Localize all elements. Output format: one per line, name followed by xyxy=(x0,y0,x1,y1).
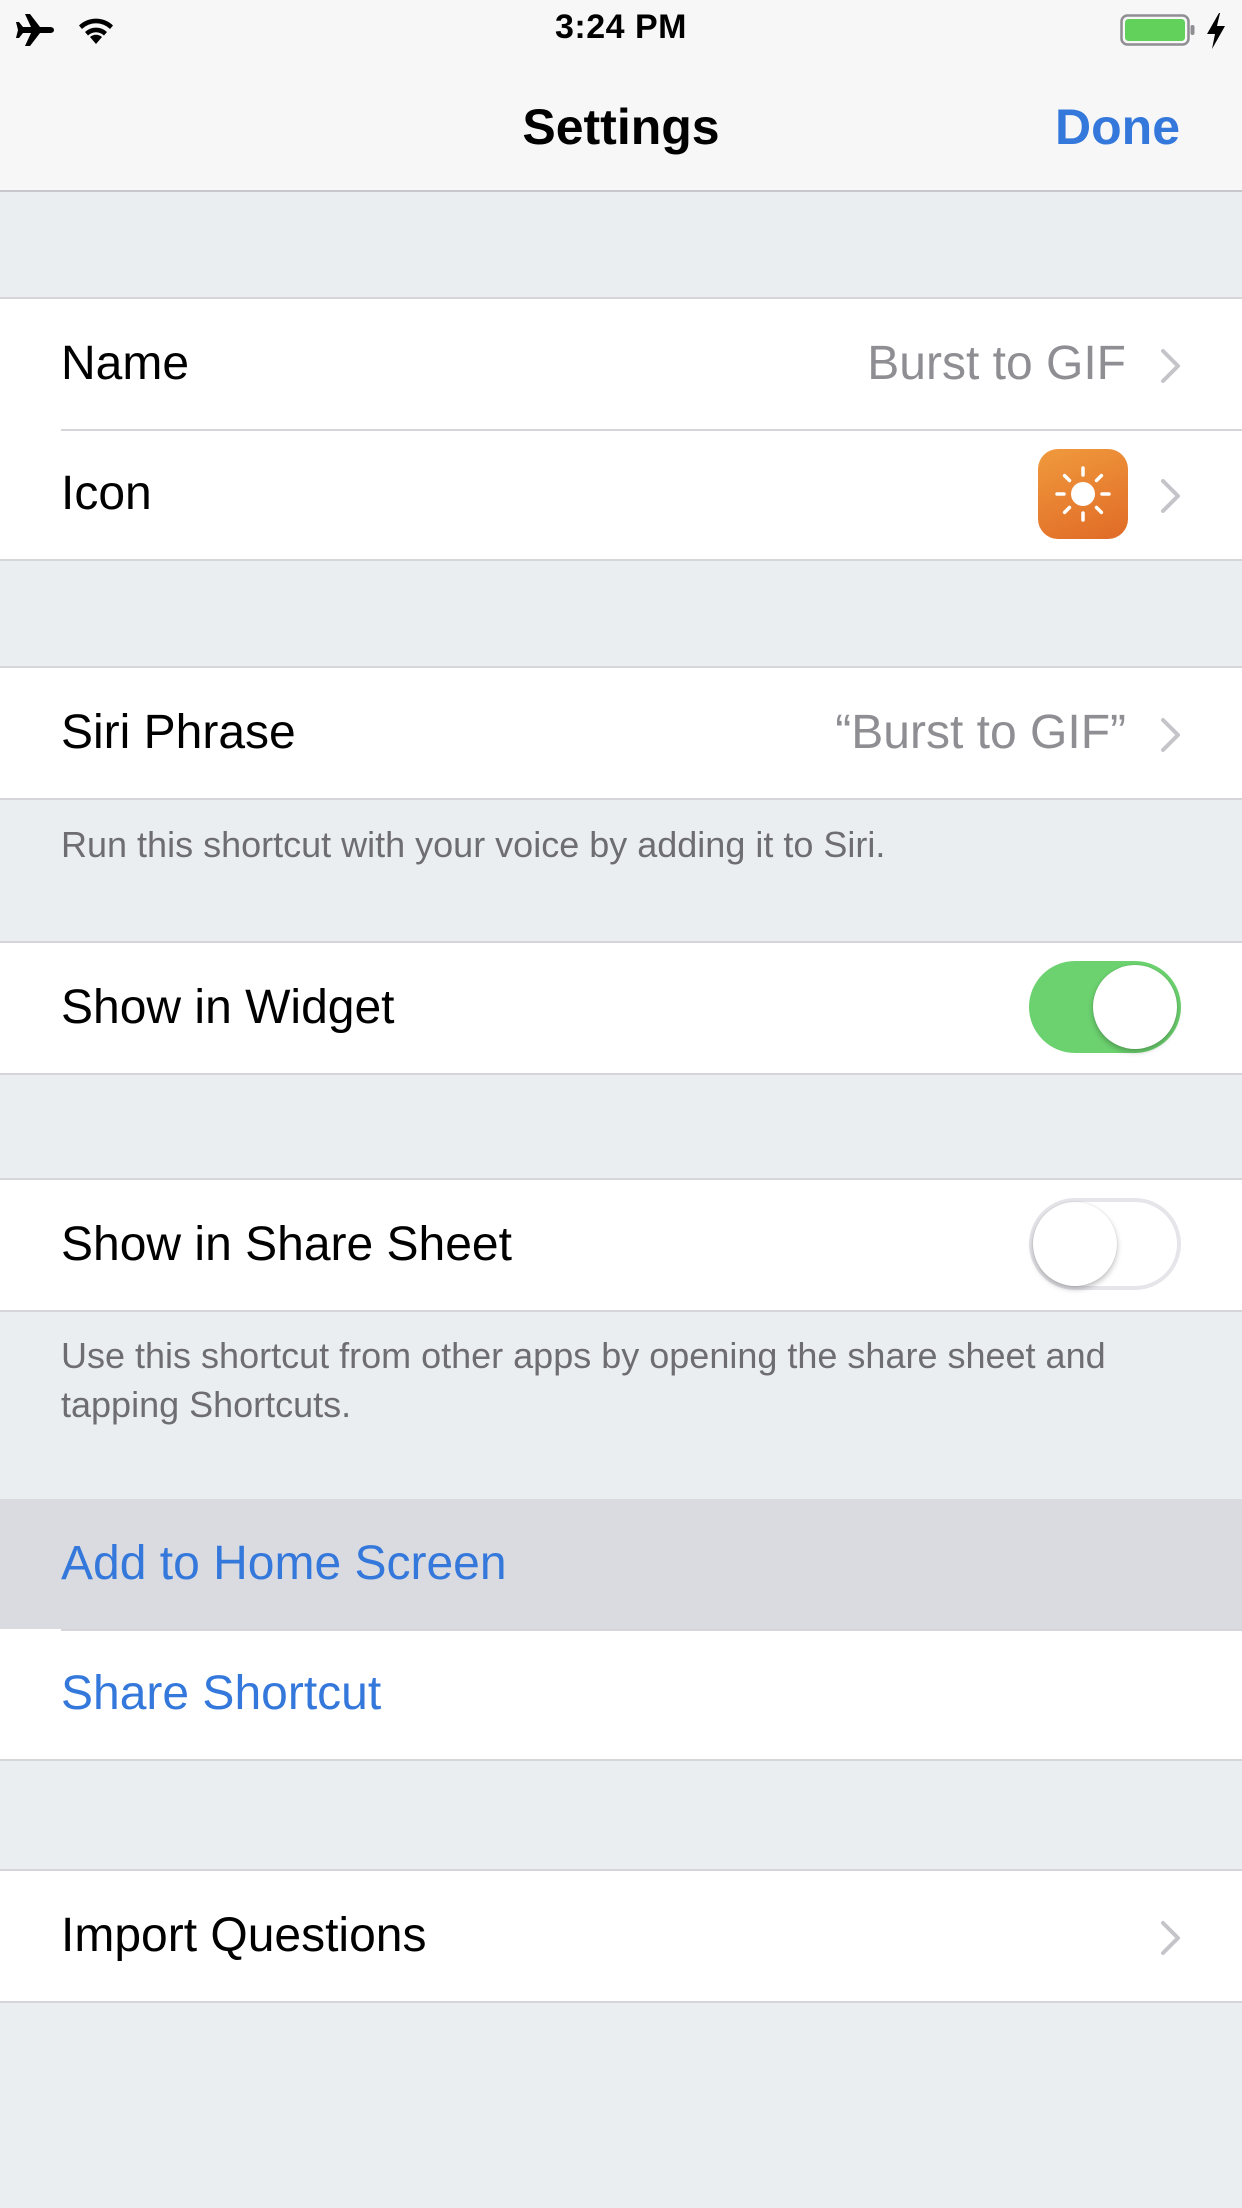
widget-group: Show in Widget xyxy=(0,941,1242,1075)
charging-bolt-icon xyxy=(1207,13,1225,49)
name-label: Name xyxy=(61,337,190,390)
siri-footer-note: Run this shortcut with your voice by add… xyxy=(61,824,886,865)
share-shortcut-link[interactable]: Share Shortcut xyxy=(61,1629,381,1759)
import-questions-label: Import Questions xyxy=(61,1909,427,1962)
icon-row[interactable]: Icon xyxy=(0,429,1242,559)
siri-phrase-row[interactable]: Siri Phrase “Burst to GIF” xyxy=(0,668,1242,798)
chevron-right-icon xyxy=(1161,718,1180,752)
shortcut-app-icon xyxy=(1038,449,1128,539)
siri-phrase-value: “Burst to GIF” xyxy=(835,706,1126,759)
battery-icon xyxy=(1120,14,1195,46)
share-sheet-group: Show in Share Sheet xyxy=(0,1178,1242,1312)
toggle-knob xyxy=(1093,965,1177,1049)
share-sheet-footer-note: Use this shortcut from other apps by ope… xyxy=(61,1335,1106,1425)
show-in-widget-toggle[interactable] xyxy=(1029,961,1181,1053)
status-bar: 3:24 PM xyxy=(0,0,1242,62)
icon-label: Icon xyxy=(61,467,152,520)
show-in-widget-row: Show in Widget xyxy=(0,943,1242,1073)
show-in-share-sheet-row: Show in Share Sheet xyxy=(0,1180,1242,1310)
add-to-home-screen-link[interactable]: Add to Home Screen xyxy=(61,1499,507,1629)
name-row[interactable]: Name Burst to GIF xyxy=(0,299,1242,429)
import-questions-row[interactable]: Import Questions xyxy=(0,1871,1242,2001)
show-in-widget-label: Show in Widget xyxy=(61,981,395,1034)
sun-icon xyxy=(1055,466,1111,522)
toggle-knob xyxy=(1033,1202,1117,1286)
done-button[interactable]: Done xyxy=(1055,98,1180,156)
show-in-share-sheet-label: Show in Share Sheet xyxy=(61,1218,512,1271)
status-time: 3:24 PM xyxy=(555,8,687,46)
actions-group: Add to Home Screen Share Shortcut xyxy=(0,1499,1242,1761)
chevron-right-icon xyxy=(1161,479,1180,513)
show-in-share-sheet-toggle[interactable] xyxy=(1029,1198,1181,1290)
siri-phrase-label: Siri Phrase xyxy=(61,706,296,759)
siri-group: Siri Phrase “Burst to GIF” xyxy=(0,666,1242,800)
share-shortcut-row[interactable]: Share Shortcut xyxy=(0,1629,1242,1759)
navigation-bar: Settings Done xyxy=(0,62,1242,192)
name-icon-group: Name Burst to GIF Icon xyxy=(0,297,1242,561)
add-to-home-screen-row[interactable]: Add to Home Screen xyxy=(0,1499,1242,1629)
chevron-right-icon xyxy=(1161,349,1180,383)
name-value: Burst to GIF xyxy=(867,337,1126,390)
chevron-right-icon xyxy=(1161,1921,1180,1955)
import-group: Import Questions xyxy=(0,1869,1242,2003)
